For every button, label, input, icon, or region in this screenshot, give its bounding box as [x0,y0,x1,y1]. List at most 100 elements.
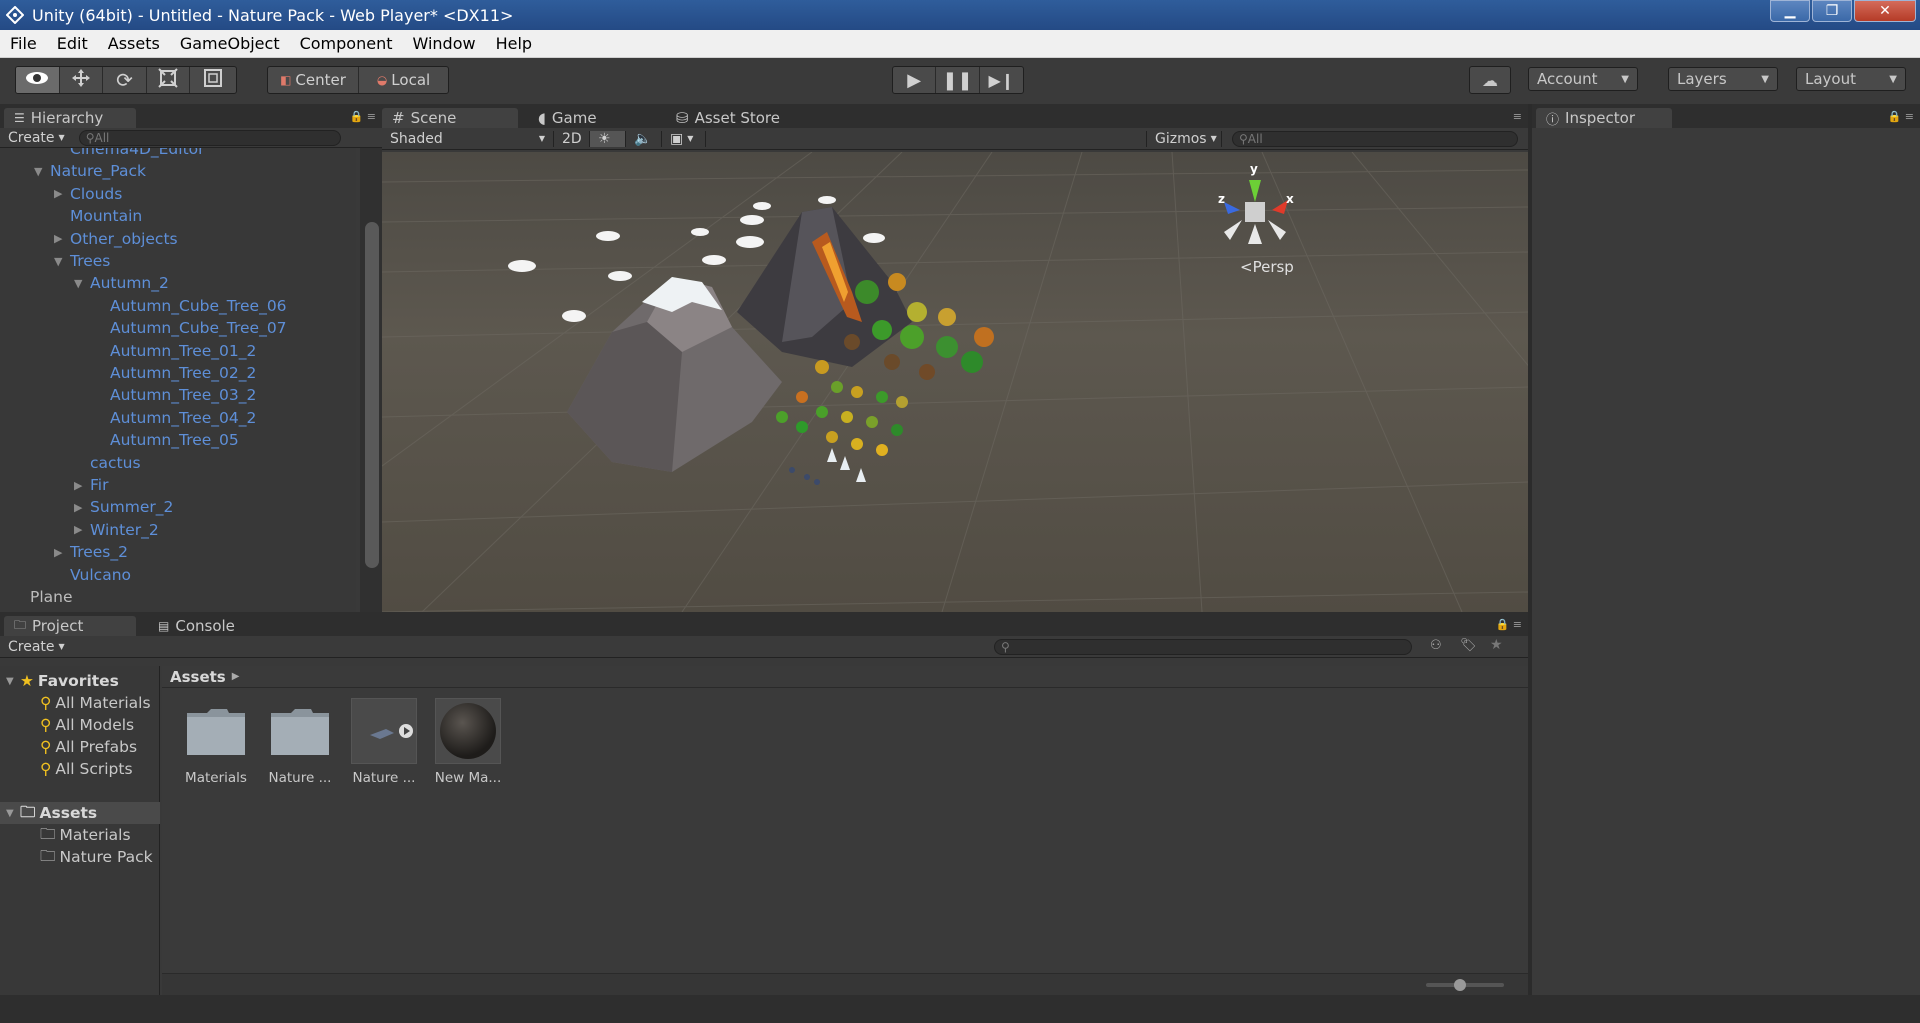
lock-icon[interactable]: 🔒 ≡ [1888,110,1914,123]
hierarchy-item[interactable]: Vulcano [54,564,131,586]
collapse-arrow-icon[interactable]: ▶ [74,523,86,536]
tab-project[interactable]: 🗀 Project [4,616,136,636]
minimize-button[interactable]: ▁ [1770,0,1810,22]
gizmos-dropdown[interactable]: Gizmos ▼ [1146,130,1222,147]
hierarchy-item[interactable]: Plane [14,586,73,608]
collapse-arrow-icon[interactable]: ▶ [54,187,66,200]
asset-item-folder[interactable]: Materials [176,698,256,786]
hierarchy-item[interactable]: Autumn_Cube_Tree_06 [94,295,287,317]
hierarchy-item[interactable]: ▶ Fir [74,474,108,496]
expand-arrow-icon[interactable]: ▼ [74,277,86,290]
favorite-item[interactable]: ⚲ All Models [40,714,134,736]
lock-icon[interactable]: 🔒 ≡ [350,110,376,123]
menu-component[interactable]: Component [290,34,403,53]
menu-file[interactable]: File [0,34,47,53]
hierarchy-item-label: Fir [90,476,109,494]
hierarchy-item[interactable]: Autumn_Tree_03_2 [94,384,256,406]
menu-assets[interactable]: Assets [98,34,170,53]
expand-arrow-icon[interactable]: ▼ [54,255,66,268]
menu-help[interactable]: Help [486,34,542,53]
layers-dropdown[interactable]: Layers ▼ [1668,67,1778,91]
favorites-header[interactable]: ▼ ★ Favorites [6,670,119,692]
rotate-tool-button[interactable]: ⟳ [103,67,147,93]
filter-by-type-icon[interactable]: ⚇ [1430,638,1442,653]
scene-viewport[interactable]: y x z <Persp [382,152,1528,612]
lighting-toggle[interactable]: ☀ [590,130,626,147]
view-tool-button[interactable] [16,67,60,93]
favorite-item[interactable]: ⚲ All Scripts [40,758,133,780]
rect-tool-button[interactable] [190,67,236,93]
restore-button[interactable]: ❐ [1812,0,1852,22]
expand-arrow-icon[interactable]: ▼ [34,165,46,178]
slider-handle[interactable] [1454,979,1466,991]
projection-toggle[interactable]: <Persp [1240,258,1294,276]
tab-inspector[interactable]: ⓘ Inspector [1536,108,1672,128]
pause-button[interactable]: ❚❚ [936,67,980,93]
hierarchy-item[interactable]: ▼ Trees [54,250,110,272]
hierarchy-item[interactable]: Autumn_Tree_01_2 [94,340,256,362]
scale-tool-button[interactable] [147,67,191,93]
scrollbar-thumb[interactable] [365,222,379,568]
effects-dropdown[interactable]: ▣ ▼ [662,130,706,147]
hierarchy-item[interactable]: ▶ Winter_2 [74,519,159,541]
hierarchy-item[interactable]: Mountain [54,205,142,227]
hierarchy-item[interactable]: Autumn_Tree_05 [94,429,239,451]
menu-gameobject[interactable]: GameObject [170,34,290,53]
shading-mode-dropdown[interactable]: Shaded ▼ [382,130,554,147]
hierarchy-item[interactable]: ▶ Trees_2 [54,541,128,563]
account-dropdown[interactable]: Account ▼ [1528,67,1638,91]
audio-toggle[interactable]: 🔈 [626,130,662,147]
favorite-item[interactable]: ⚲ All Materials [40,692,151,714]
tab-console[interactable]: ▤ Console [148,616,258,636]
hierarchy-item[interactable]: ▶ Other_objects [54,228,178,250]
mode-2d-toggle[interactable]: 2D [554,130,590,147]
tab-hierarchy[interactable]: ☰ Hierarchy [4,108,136,128]
thumbnail-size-slider[interactable] [1426,979,1504,991]
tab-asset-store[interactable]: ⛁ Asset Store [666,108,796,128]
folder-item[interactable]: 🗀 Nature Pack [40,846,153,868]
hierarchy-item[interactable]: cactus [74,452,141,474]
tab-scene[interactable]: # Scene [382,108,518,128]
hierarchy-scrollbar[interactable] [360,148,382,612]
pivot-center-button[interactable]: ◧ Center [268,67,359,93]
asset-item-prefab[interactable]: Nature ... [344,698,424,786]
step-button[interactable]: ▶❙ [980,67,1023,93]
hierarchy-item[interactable]: ▼ Autumn_2 [74,272,169,294]
play-button[interactable]: ▶ [893,67,937,93]
panel-menu-icon[interactable]: ≡ [1513,110,1522,123]
tab-game[interactable]: ◖ Game [528,108,638,128]
close-button[interactable]: ✕ [1854,0,1916,22]
menu-edit[interactable]: Edit [47,34,98,53]
hierarchy-item[interactable]: Autumn_Tree_02_2 [94,362,256,384]
project-create-dropdown[interactable]: Create ▼ [0,639,73,655]
favorite-star-icon[interactable]: ★ [1490,637,1503,653]
assets-header[interactable]: ▼ 🗀 Assets [0,802,160,824]
menu-window[interactable]: Window [402,34,485,53]
project-search-input[interactable]: ⚲ [994,638,1412,655]
hierarchy-search-input[interactable]: ⚲ All [78,129,341,146]
asset-item-folder[interactable]: Nature ... [260,698,340,786]
collapse-arrow-icon[interactable]: ▶ [74,479,86,492]
favorite-item[interactable]: ⚲ All Prefabs [40,736,137,758]
asset-item-material[interactable]: New Ma... [428,698,508,786]
scene-search-input[interactable]: ⚲ All [1232,130,1518,147]
move-tool-button[interactable] [60,67,104,93]
hierarchy-item[interactable]: Autumn_Cube_Tree_07 [94,317,287,339]
collapse-arrow-icon[interactable]: ▶ [54,232,66,245]
hierarchy-item[interactable]: Autumn_Tree_04_2 [94,407,256,429]
collapse-arrow-icon[interactable]: ▶ [54,546,66,559]
hierarchy-item[interactable]: ▼ Nature_Pack [34,160,146,182]
hierarchy-item[interactable]: ▶ Clouds [54,183,122,205]
hierarchy-item[interactable]: Cinema4D_Editor [54,148,205,160]
layout-dropdown[interactable]: Layout ▼ [1796,67,1906,91]
cloud-button[interactable]: ☁ [1469,66,1511,94]
hierarchy-item[interactable]: ▶ Summer_2 [74,496,173,518]
collapse-arrow-icon[interactable]: ▶ [74,501,86,514]
hierarchy-create-dropdown[interactable]: Create ▼ [0,130,73,146]
breadcrumb-assets[interactable]: Assets [170,668,226,686]
info-icon: ⓘ [1546,112,1560,128]
scene-grid [382,152,1528,612]
filter-by-label-icon[interactable]: 🏷 [1460,638,1477,653]
lock-icon[interactable]: 🔒 ≡ [1496,618,1522,631]
pivot-local-button[interactable]: ◒ Local [359,67,448,93]
